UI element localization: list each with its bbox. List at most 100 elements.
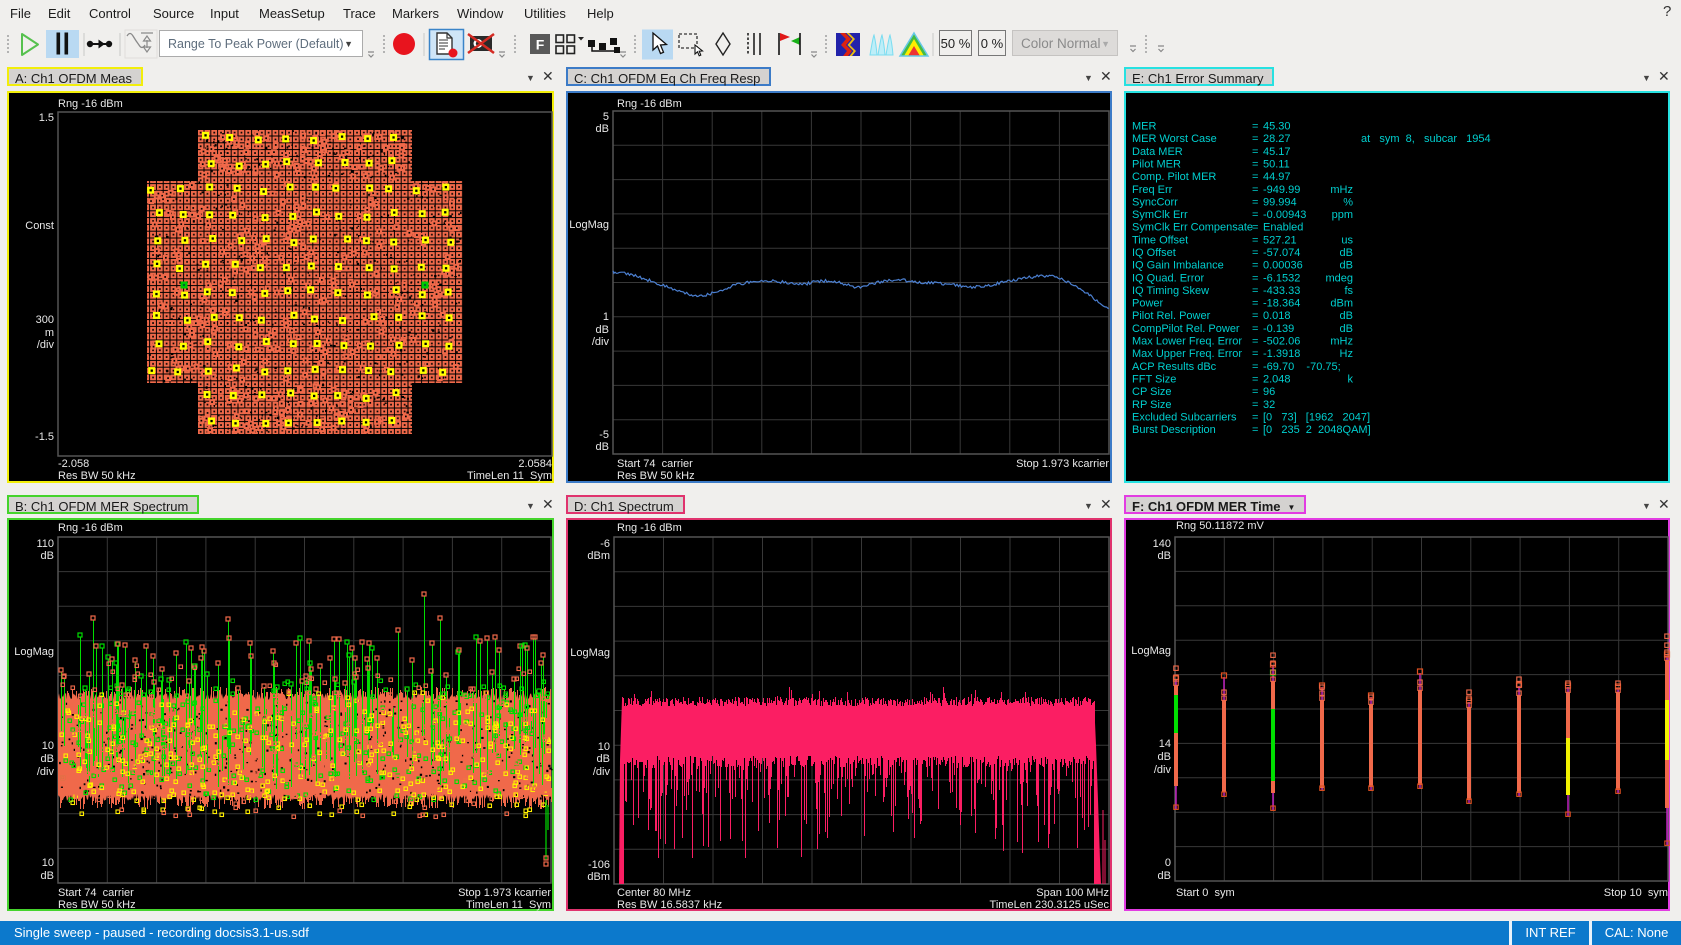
svg-text:Power: Power [1132, 298, 1164, 310]
svg-text:Comp. Pilot MER: Comp. Pilot MER [1132, 171, 1216, 183]
svg-text:mHz: mHz [1330, 336, 1353, 348]
svg-text:140: 140 [1153, 538, 1171, 550]
svg-text:LogMag: LogMag [1131, 645, 1171, 657]
svg-text:%: % [1343, 196, 1353, 208]
svg-text:=: = [1252, 260, 1258, 272]
svg-text:Pilot MER: Pilot MER [1132, 159, 1181, 171]
svg-text:=: = [1252, 298, 1258, 310]
svg-text:Res BW 50 kHz: Res BW 50 kHz [617, 470, 695, 482]
svg-text:Start 0 sym: Start 0 sym [1176, 887, 1235, 899]
svg-text:=: = [1252, 386, 1258, 398]
svg-text:MER Worst Case: MER Worst Case [1132, 133, 1217, 145]
svg-text:dB: dB [596, 441, 609, 453]
svg-text:0.018: 0.018 [1263, 310, 1291, 322]
svg-text:=: = [1252, 121, 1258, 133]
svg-text:0: 0 [1165, 857, 1171, 869]
svg-text:IQ Quad. Error: IQ Quad. Error [1132, 272, 1204, 284]
svg-text:dBm: dBm [587, 871, 610, 883]
svg-text:-6: -6 [600, 538, 610, 550]
svg-text:-1.5: -1.5 [35, 431, 54, 443]
svg-text:=: = [1252, 310, 1258, 322]
svg-text:=: = [1252, 285, 1258, 297]
svg-text:28.27: 28.27 [1263, 133, 1291, 145]
svg-text:FFT Size: FFT Size [1132, 374, 1176, 386]
svg-text:/div: /div [37, 766, 55, 778]
svg-text:=: = [1252, 424, 1258, 436]
svg-text:50.11: 50.11 [1263, 159, 1290, 171]
svg-text:Rng -16 dBm: Rng -16 dBm [617, 98, 682, 110]
svg-text:527.21: 527.21 [1263, 234, 1297, 246]
svg-text:Rng -16 dBm: Rng -16 dBm [58, 98, 123, 110]
svg-text:dBm: dBm [587, 550, 610, 562]
svg-text:44.97: 44.97 [1263, 171, 1291, 183]
svg-text:ppm: ppm [1332, 209, 1353, 221]
svg-text:IQ Gain Imbalance: IQ Gain Imbalance [1132, 260, 1224, 272]
svg-text:/div: /div [592, 336, 610, 348]
svg-text:45.30: 45.30 [1263, 121, 1291, 133]
svg-text:Excluded Subcarriers: Excluded Subcarriers [1132, 411, 1237, 423]
svg-text:=: = [1252, 171, 1258, 183]
svg-text:/div: /div [593, 766, 611, 778]
svg-text:=: = [1252, 272, 1258, 284]
svg-text:Start 74 carrier: Start 74 carrier [58, 887, 134, 899]
svg-text:14: 14 [1159, 738, 1171, 750]
svg-text:10: 10 [598, 741, 610, 753]
svg-text:Res BW 50 kHz: Res BW 50 kHz [58, 470, 136, 482]
svg-text:dB: dB [596, 123, 609, 135]
svg-text:mdeg: mdeg [1325, 272, 1353, 284]
svg-text:2.0584: 2.0584 [518, 458, 552, 470]
svg-text:Span 100 MHz: Span 100 MHz [1036, 887, 1109, 899]
svg-text:TimeLen 11 Sym: TimeLen 11 Sym [467, 470, 552, 482]
svg-text:32: 32 [1263, 399, 1275, 411]
svg-text:=: = [1252, 399, 1258, 411]
svg-text:-502.06: -502.06 [1263, 336, 1300, 348]
svg-text:us: us [1341, 234, 1353, 246]
svg-text:=: = [1252, 196, 1258, 208]
svg-text:-18.364: -18.364 [1263, 298, 1300, 310]
svg-text:5: 5 [603, 111, 609, 123]
svg-text:m: m [45, 327, 54, 339]
svg-text:Res BW 50 kHz: Res BW 50 kHz [58, 899, 136, 911]
svg-text:Const: Const [25, 220, 54, 232]
svg-text:45.17: 45.17 [1263, 146, 1291, 158]
svg-text:Rng -16 dBm: Rng -16 dBm [617, 522, 682, 534]
svg-text:Res BW 16.5837 kHz: Res BW 16.5837 kHz [617, 899, 722, 911]
svg-text:Stop 1.973 kcarrier: Stop 1.973 kcarrier [458, 887, 551, 899]
svg-text:=: = [1252, 336, 1258, 348]
svg-text:RP Size: RP Size [1132, 399, 1172, 411]
svg-text:LogMag: LogMag [569, 219, 609, 231]
svg-text:99.994: 99.994 [1263, 196, 1297, 208]
svg-text:/div: /div [1154, 764, 1172, 776]
svg-text:=: = [1252, 247, 1258, 259]
svg-text:=: = [1252, 146, 1258, 158]
svg-text:LogMag: LogMag [14, 646, 54, 658]
svg-text:=: = [1252, 348, 1258, 360]
svg-text:Time Offset: Time Offset [1132, 234, 1188, 246]
svg-text:Burst Description: Burst Description [1132, 424, 1216, 436]
svg-text:Hz: Hz [1340, 348, 1353, 360]
svg-text:Data MER: Data MER [1132, 146, 1183, 158]
svg-text:dB: dB [1340, 260, 1353, 272]
svg-text:Max Lower Freq. Error: Max Lower Freq. Error [1132, 336, 1242, 348]
svg-text:Pilot Rel. Power: Pilot Rel. Power [1132, 310, 1211, 322]
svg-text:-6.1532: -6.1532 [1263, 272, 1300, 284]
svg-text:-2.058: -2.058 [58, 458, 89, 470]
svg-text:/div: /div [37, 339, 55, 351]
svg-text:0.00036: 0.00036 [1263, 260, 1303, 272]
svg-text:=: = [1252, 374, 1258, 386]
svg-text:LogMag: LogMag [570, 647, 610, 659]
svg-text:-57.074: -57.074 [1263, 247, 1300, 259]
svg-text:SymClk Err: SymClk Err [1132, 209, 1188, 221]
svg-text:dB: dB [597, 753, 610, 765]
svg-text:MER: MER [1132, 121, 1157, 133]
svg-text:-949.99: -949.99 [1263, 184, 1300, 196]
svg-text:dB: dB [596, 324, 609, 336]
svg-text:SymClk Err Compensate: SymClk Err Compensate [1132, 222, 1253, 234]
svg-text:Rng -16 dBm: Rng -16 dBm [58, 522, 123, 534]
svg-text:=: = [1252, 184, 1258, 196]
svg-text:TimeLen 11 Sym: TimeLen 11 Sym [466, 899, 551, 911]
svg-text:dB: dB [1158, 751, 1171, 763]
svg-text:IQ Timing Skew: IQ Timing Skew [1132, 285, 1209, 297]
svg-text:Start 74 carrier: Start 74 carrier [617, 458, 693, 470]
svg-text:fs: fs [1344, 285, 1353, 297]
